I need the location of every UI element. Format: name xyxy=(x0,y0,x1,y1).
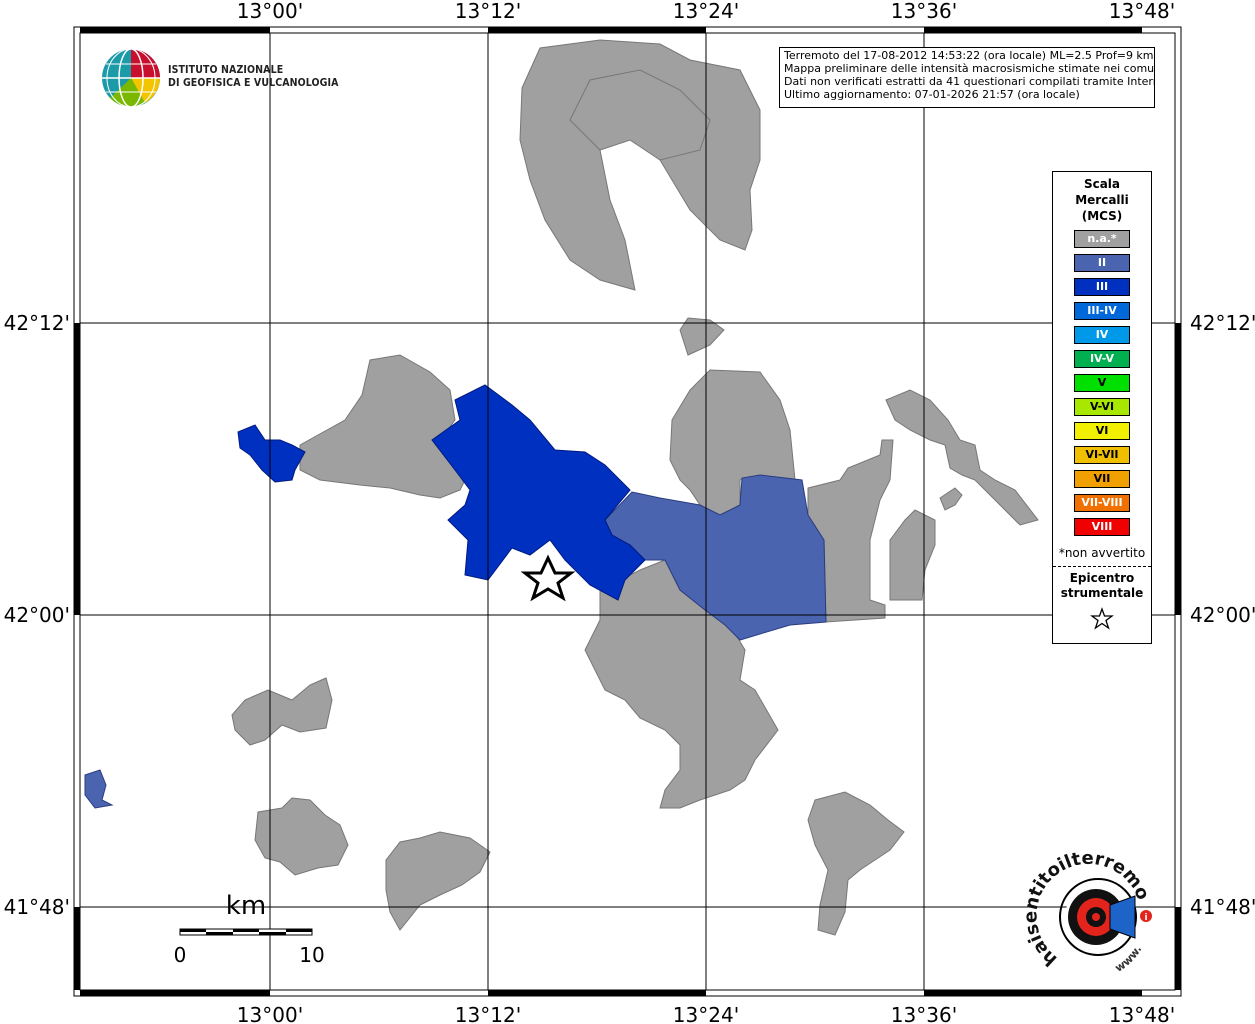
lon-label-bottom-2: 13°12' xyxy=(455,1003,521,1024)
legend-divider xyxy=(1053,566,1151,567)
lat-label-left-1: 42°12' xyxy=(4,311,70,335)
scale-start: 0 xyxy=(174,943,187,967)
legend-item: IV xyxy=(1074,326,1130,344)
lon-label-bottom-1: 13°00' xyxy=(237,1003,303,1024)
lon-label-top-3: 13°24' xyxy=(673,0,739,23)
legend-item: II xyxy=(1074,254,1130,272)
ingv-logo-line2: DI GEOFISICA E VULCANOLOGIA xyxy=(168,77,339,89)
lat-label-right-3: 41°48' xyxy=(1190,895,1255,919)
legend-star-icon xyxy=(1090,607,1114,630)
ingv-globe-icon xyxy=(102,48,160,108)
legend-item: VII xyxy=(1074,470,1130,488)
legend-item: III xyxy=(1074,278,1130,296)
legend-item: V-VI xyxy=(1074,398,1130,416)
event-info-line3: Dati non verificati estratti da 41 quest… xyxy=(784,75,1155,88)
legend-item: VIII xyxy=(1074,518,1130,536)
scale-unit: km xyxy=(226,891,266,921)
lon-label-bottom-5: 13°48' xyxy=(1109,1003,1175,1024)
lon-label-top-5: 13°48' xyxy=(1109,0,1175,23)
legend-item: VI-VII xyxy=(1074,446,1130,464)
legend-items: n.a.* II III III-IV IV IV-V V V-VI VI VI-VII VII VI… xyxy=(1053,230,1151,536)
ingv-logo-text: ISTITUTO NAZIONALE DI GEOFISICA E VULCAN… xyxy=(168,64,339,90)
lon-label-top-4: 13°36' xyxy=(891,0,957,23)
lon-label-bottom-3: 13°24' xyxy=(673,1003,739,1024)
legend-epicenter-line2: strumentale xyxy=(1060,586,1144,600)
legend-item: VI xyxy=(1074,422,1130,440)
lon-label-bottom-4: 13°36' xyxy=(891,1003,957,1024)
legend-item: III-IV xyxy=(1074,302,1130,320)
lat-label-right-1: 42°12' xyxy=(1190,311,1255,335)
intensity-legend: Scala Mercalli (MCS) n.a.* II III III-IV IV I… xyxy=(1052,171,1152,644)
event-info-line2: Mappa preliminare delle intensità macros… xyxy=(784,62,1155,75)
lat-label-left-2: 42°00' xyxy=(4,603,70,627)
legend-title-line1: Scala xyxy=(1083,177,1121,191)
lat-label-right-2: 42°00' xyxy=(1190,603,1255,627)
legend-item: IV-V xyxy=(1074,350,1130,368)
legend-epicenter-label: Epicentro strumentale xyxy=(1053,571,1151,601)
legend-title-line3: (MCS) xyxy=(1081,209,1123,223)
legend-title: Scala Mercalli (MCS) xyxy=(1053,176,1151,224)
legend-item: n.a.* xyxy=(1074,230,1130,248)
lon-label-top-2: 13°12' xyxy=(455,0,521,23)
lon-label-top-1: 13°00' xyxy=(237,0,303,23)
svg-text:i: i xyxy=(1144,913,1147,923)
legend-epicenter-line1: Epicentro xyxy=(1069,571,1135,585)
event-info-line4: Ultimo aggiornamento: 07-01-2026 21:57 (… xyxy=(784,88,1080,101)
lat-label-left-3: 41°48' xyxy=(4,895,70,919)
legend-item: V xyxy=(1074,374,1130,392)
scale-end: 10 xyxy=(299,943,324,967)
event-info-box: Terremoto del 17-08-2012 14:53:22 (ora l… xyxy=(779,47,1155,108)
legend-note: *non avvertito xyxy=(1058,546,1146,560)
event-info-line1: Terremoto del 17-08-2012 14:53:22 (ora l… xyxy=(784,49,1154,62)
legend-title-line2: Mercalli xyxy=(1075,193,1129,207)
legend-item: VII-VIII xyxy=(1074,494,1130,512)
ingv-logo-line1: ISTITUTO NAZIONALE xyxy=(168,64,284,76)
